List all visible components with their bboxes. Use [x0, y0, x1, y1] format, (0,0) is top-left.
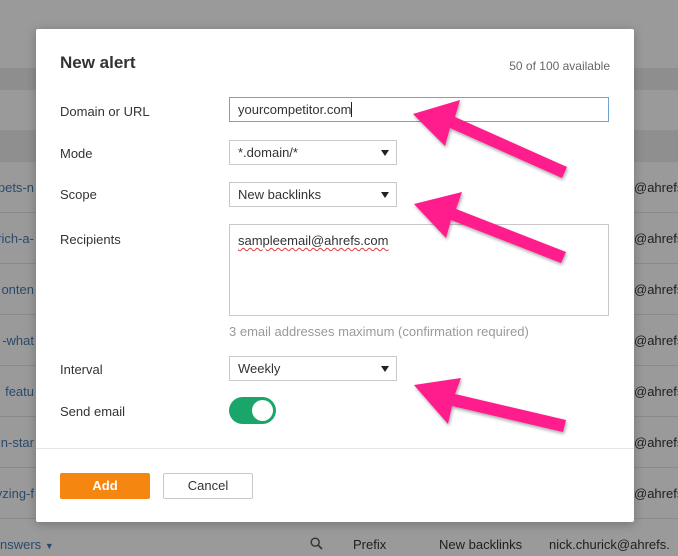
- background-footer-email: nick.churick@ahrefs.: [549, 537, 670, 552]
- background-link: featu: [5, 384, 34, 399]
- background-type: New backlinks: [439, 537, 523, 552]
- background-email: @ahrefs.: [634, 486, 678, 501]
- recipients-hint: 3 email addresses maximum (confirmation …: [229, 324, 529, 339]
- background-link: yzing-f: [0, 486, 34, 501]
- background-link: -rich-a: [0, 231, 34, 246]
- recipients-label: Recipients: [60, 232, 121, 247]
- domain-value: yourcompetitor.com: [238, 102, 352, 117]
- interval-label: Interval: [60, 362, 103, 377]
- domain-input[interactable]: yourcompetitor.com: [229, 97, 609, 122]
- background-scope: Prefix: [353, 537, 387, 552]
- background-email: @ahrefs.: [634, 333, 678, 348]
- answers-label: nswers: [0, 537, 42, 552]
- cancel-button[interactable]: Cancel: [163, 473, 253, 499]
- interval-value: Weekly: [238, 361, 281, 376]
- text-caret: [351, 102, 353, 117]
- background-email: @ahrefs.: [634, 282, 678, 297]
- dropdown-arrow-icon: [381, 366, 389, 372]
- recipients-value: sampleemail@ahrefs.com: [238, 233, 389, 248]
- background-footer-row: nswers ▼ Prefix New backlinks nick.churi…: [0, 528, 678, 556]
- add-button[interactable]: Add: [60, 473, 150, 499]
- mode-label: Mode: [60, 146, 93, 161]
- background-email: @ahrefs.: [634, 231, 678, 246]
- dialog-title: New alert: [60, 53, 136, 72]
- search-icon: [310, 537, 323, 553]
- scope-value: New backlinks: [238, 187, 322, 202]
- interval-select[interactable]: Weekly: [229, 356, 397, 381]
- scope-label: Scope: [60, 187, 97, 202]
- footer-divider: [36, 448, 634, 449]
- send-email-toggle[interactable]: [229, 397, 276, 424]
- mode-value: *.domain/*: [238, 145, 298, 160]
- toggle-knob: [252, 400, 273, 421]
- background-link: n-star: [0, 435, 34, 450]
- dropdown-arrow-icon: [381, 150, 389, 156]
- new-alert-dialog: New alert 50 of 100 available Domain or …: [36, 29, 634, 522]
- background-email: @ahrefs.: [634, 435, 678, 450]
- availability-counter: 50 of 100 available: [509, 59, 610, 73]
- send-email-label: Send email: [60, 404, 126, 419]
- background-link: pets-n: [0, 180, 34, 195]
- background-link: what-: [2, 333, 34, 348]
- domain-label: Domain or URL: [60, 104, 150, 119]
- mode-select[interactable]: *.domain/*: [229, 140, 397, 165]
- dropdown-arrow-icon: [381, 192, 389, 198]
- background-email: @ahrefs.: [634, 384, 678, 399]
- background-link: onten: [1, 282, 34, 297]
- chevron-down-icon: ▼: [44, 541, 54, 551]
- background-email: @ahrefs.: [634, 180, 678, 195]
- recipients-textarea[interactable]: sampleemail@ahrefs.com: [229, 224, 609, 316]
- scope-select[interactable]: New backlinks: [229, 182, 397, 207]
- answers-link: nswers ▼: [0, 537, 54, 552]
